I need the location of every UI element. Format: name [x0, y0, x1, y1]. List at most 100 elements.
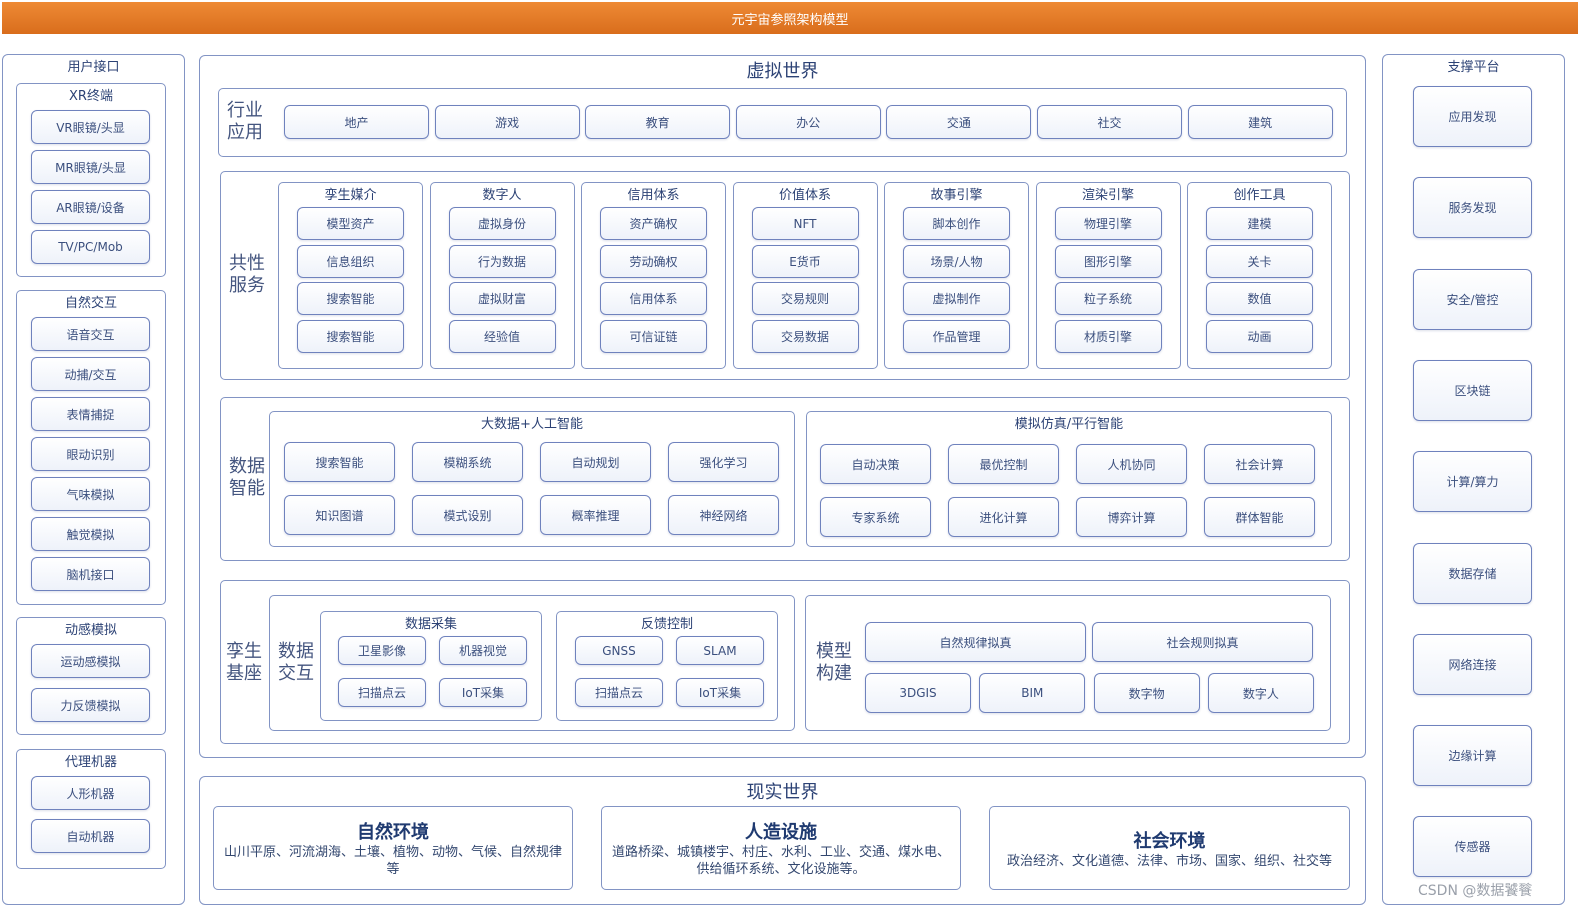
simulation-item: 人机协同 — [1076, 444, 1187, 484]
real-world-heading: 社会环境 — [1133, 830, 1206, 852]
ai-item: 自动规划 — [540, 442, 651, 482]
csdn-watermark: CSDN @数据饕餮 — [1418, 883, 1533, 899]
industry-item: 地产 — [284, 105, 429, 139]
support-item: 计算/算力 — [1413, 451, 1532, 513]
model-bottom-item: 3DGIS — [865, 673, 971, 713]
xr-title: XR终端 — [69, 89, 113, 104]
ai-item: 知识图谱 — [284, 495, 395, 535]
common-item: E货币 — [751, 244, 859, 278]
industry-item: 教育 — [585, 105, 731, 139]
common-item: 资产确权 — [600, 207, 707, 240]
data-intelligence-label: 数据 智能 — [229, 456, 265, 499]
feedback-control-item: IoT采集 — [676, 678, 764, 707]
real-world-item: 自然环境 山川平原、河流湖海、土壤、植物、动物、气候、自然规律等 — [213, 806, 573, 890]
ai-item: 模式设别 — [412, 495, 523, 535]
common-item: 动画 — [1206, 319, 1313, 353]
natural-item: 语音交互 — [31, 317, 150, 351]
common-item: 信用体系 — [600, 282, 707, 315]
common-group-title: 故事引擎 — [930, 188, 983, 203]
common-item: 作品管理 — [903, 319, 1010, 353]
support-item: 区块链 — [1413, 359, 1532, 421]
virtual-world-title: 虚拟世界 — [746, 61, 819, 82]
data-collect-item: 卫星影像 — [338, 636, 426, 665]
motion-item: 力反馈模拟 — [31, 688, 150, 722]
data-collect-item: IoT采集 — [439, 678, 527, 707]
model-bottom-item: BIM — [979, 673, 1086, 713]
real-world-title: 现实世界 — [746, 782, 819, 803]
common-group-title: 信用体系 — [627, 188, 680, 203]
industry-item: 交通 — [886, 105, 1032, 139]
common-item: NFT — [751, 207, 859, 240]
robot-item: 自动机器 — [31, 819, 150, 853]
natural-item: 脑机接口 — [31, 557, 150, 591]
industry-item: 游戏 — [434, 105, 580, 139]
natural-item: 触觉模拟 — [31, 517, 150, 551]
data-collect-title: 数据采集 — [404, 617, 457, 632]
robot-title: 代理机器 — [64, 755, 117, 770]
feedback-control-item: SLAM — [676, 636, 764, 665]
common-item: 虚拟财富 — [448, 282, 556, 315]
data-interaction-label: 数据 交互 — [278, 641, 314, 684]
common-item: 材质引擎 — [1054, 319, 1162, 353]
data-collect-item: 机器视觉 — [439, 636, 527, 665]
model-bottom-item: 数字物 — [1093, 673, 1200, 713]
common-item: 交易数据 — [751, 319, 859, 353]
model-building-label: 模型 构建 — [816, 641, 852, 684]
common-item: 关卡 — [1206, 244, 1313, 278]
common-item: 模型资产 — [297, 207, 404, 240]
common-group-title: 价值体系 — [778, 188, 831, 203]
industry-item: 社交 — [1037, 105, 1182, 139]
support-item: 安全/管控 — [1413, 268, 1532, 330]
common-item: 搜索智能 — [297, 319, 404, 353]
support-platform-title: 支撑平台 — [1447, 60, 1500, 75]
data-collect-item: 扫描点云 — [338, 678, 426, 707]
common-services-label: 共性 服务 — [229, 253, 265, 296]
twin-base-label: 孪生 基座 — [226, 641, 262, 684]
natural-item: 表情捕捉 — [31, 397, 150, 431]
common-item: 劳动确权 — [600, 244, 707, 278]
common-item: 可信证链 — [600, 319, 707, 353]
diagram-title: 元宇宙参照架构模型 — [2, 2, 1578, 34]
common-item: 粒子系统 — [1054, 282, 1162, 315]
xr-item: AR眼镜/设备 — [31, 190, 150, 224]
user-interface-title: 用户接口 — [67, 60, 120, 75]
support-item: 边缘计算 — [1413, 725, 1532, 787]
support-item: 数据存储 — [1413, 542, 1532, 604]
common-item: 交易规则 — [751, 282, 859, 315]
ai-group-title: 大数据+人工智能 — [481, 417, 583, 432]
common-item: 场景/人物 — [903, 244, 1010, 278]
ai-item: 强化学习 — [668, 442, 779, 482]
common-item: 建模 — [1206, 207, 1313, 240]
simulation-item: 专家系统 — [820, 497, 931, 537]
xr-item: MR眼镜/头显 — [31, 150, 150, 184]
feedback-control-title: 反馈控制 — [640, 617, 693, 632]
ai-item: 神经网络 — [668, 495, 779, 535]
support-item: 应用发现 — [1413, 86, 1532, 147]
natural-item: 气味模拟 — [31, 477, 150, 511]
common-item: 脚本创作 — [903, 207, 1010, 240]
ai-item: 模糊系统 — [412, 442, 523, 482]
real-world-heading: 自然环境 — [357, 822, 429, 843]
support-item: 网络连接 — [1413, 633, 1532, 695]
motion-item: 运动感模拟 — [31, 644, 150, 678]
common-item: 搜索智能 — [297, 282, 404, 315]
common-item: 行为数据 — [448, 244, 556, 278]
industry-label: 行业 应用 — [227, 100, 263, 143]
common-item: 物理引擎 — [1054, 207, 1162, 240]
natural-item: 动捕/交互 — [31, 357, 150, 391]
simulation-item: 社会计算 — [1204, 444, 1315, 484]
natural-item: 眼动识别 — [31, 437, 150, 471]
common-item: 经验值 — [448, 319, 556, 353]
real-world-text: 道路桥梁、城镇楼宇、村庄、水利、工业、交通、煤水电、供给循环系统、文化设施等。 — [611, 845, 950, 877]
natural-title: 自然交互 — [64, 296, 117, 311]
industry-item: 办公 — [735, 105, 881, 139]
simulation-item: 自动决策 — [820, 444, 931, 484]
support-item: 传感器 — [1413, 816, 1532, 878]
ai-item: 概率推理 — [540, 495, 651, 535]
common-item: 虚拟制作 — [903, 282, 1010, 315]
support-item: 服务发现 — [1413, 177, 1532, 239]
real-world-item: 社会环境 政治经济、文化道德、法律、市场、国家、组织、社交等 — [989, 806, 1350, 890]
model-bottom-item: 数字人 — [1207, 673, 1314, 713]
model-top-item: 社会规则拟真 — [1092, 622, 1313, 662]
common-item: 数值 — [1206, 282, 1313, 315]
